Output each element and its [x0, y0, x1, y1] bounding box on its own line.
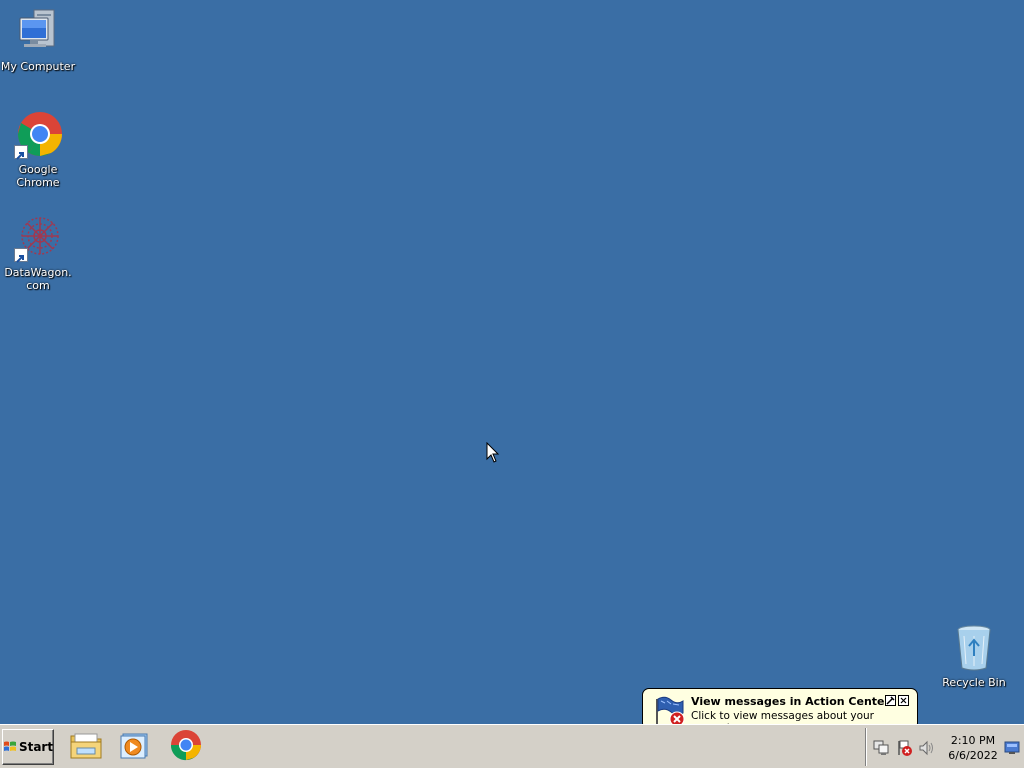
- desktop-icon-label: DataWagon.com: [4, 266, 72, 292]
- mouse-cursor-icon: [486, 441, 500, 468]
- folder-icon: [69, 730, 103, 764]
- chrome-icon: [170, 729, 202, 765]
- action-center-icon[interactable]: [896, 740, 914, 756]
- desktop-icon-datawagon[interactable]: DataWagon.com: [0, 214, 76, 292]
- media-player-icon: [119, 730, 149, 764]
- start-button[interactable]: Start: [2, 729, 54, 765]
- taskbar: Start 2:10 PM 6/6/2022: [0, 724, 1024, 768]
- desktop-icon-google-chrome[interactable]: Google Chrome: [0, 111, 76, 189]
- show-desktop-icon[interactable]: [1004, 740, 1020, 754]
- taskbar-chrome-button[interactable]: [166, 729, 206, 765]
- balloon-close-icon[interactable]: [898, 695, 909, 706]
- desktop[interactable]: My Computer Google Chrome DataWagon.com …: [0, 0, 1024, 745]
- desktop-icon-recycle-bin[interactable]: Recycle Bin: [936, 624, 1012, 689]
- volume-icon[interactable]: [918, 740, 936, 756]
- taskbar-media-player-button[interactable]: [114, 729, 154, 765]
- windows-logo-icon: [3, 740, 17, 754]
- chrome-icon: [14, 111, 62, 160]
- shortcut-arrow-icon: [14, 248, 28, 263]
- taskbar-explorer-button[interactable]: [66, 729, 106, 765]
- start-label: Start: [18, 740, 54, 754]
- balloon-options-icon[interactable]: [885, 695, 896, 706]
- computer-icon: [14, 8, 62, 56]
- desktop-icon-label: Recycle Bin: [942, 676, 1006, 689]
- desktop-icon-my-computer[interactable]: My Computer: [0, 8, 76, 73]
- balloon-title: View messages in Action Center: [691, 695, 890, 708]
- recycle-bin-icon: [950, 624, 998, 672]
- clock-time: 2:10 PM: [950, 734, 996, 747]
- clock[interactable]: 2:10 PM 6/6/2022: [942, 733, 1004, 763]
- clock-date: 6/6/2022: [948, 749, 998, 762]
- desktop-icon-label: My Computer: [0, 60, 76, 73]
- network-icon[interactable]: [872, 740, 890, 756]
- action-center-flag-icon: [653, 695, 687, 727]
- datawagon-icon: [14, 214, 62, 263]
- desktop-icon-label: Google Chrome: [16, 163, 60, 189]
- system-tray: 2:10 PM 6/6/2022: [865, 728, 1024, 766]
- shortcut-arrow-icon: [14, 145, 28, 160]
